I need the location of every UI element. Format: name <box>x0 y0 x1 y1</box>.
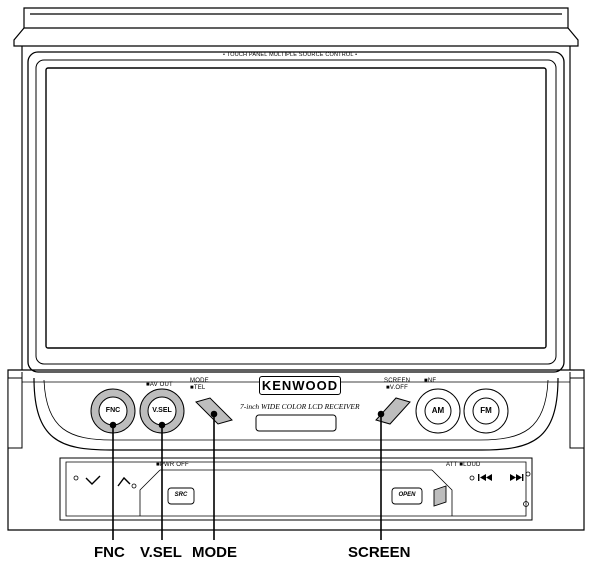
screen-small-label: SCREEN <box>384 378 411 384</box>
indicator-left-icon <box>73 475 79 481</box>
mode-small-label: MODE <box>190 378 209 384</box>
lcd-screen[interactable] <box>45 67 547 349</box>
att-key[interactable] <box>433 485 447 507</box>
fm-button-label: FM <box>480 406 492 415</box>
pwr-off-label: ■PWR OFF <box>156 462 189 468</box>
nf-label: ■NF <box>424 378 437 384</box>
prev-track-icon[interactable] <box>469 474 492 481</box>
next-track-icon[interactable] <box>510 471 531 481</box>
volume-up-icon[interactable] <box>117 476 131 487</box>
src-key-label: SRC <box>174 492 188 498</box>
model-description: 7-inch WIDE COLOR LCD RECEIVER <box>240 402 360 411</box>
att-loud-label: ATT ■LOUD <box>446 462 481 468</box>
v-off-label: ■V.OFF <box>386 385 408 391</box>
head-unit-drawing <box>7 7 585 540</box>
brand-logo: KENWOOD <box>259 376 341 395</box>
indicator-right-icon <box>131 483 137 489</box>
vsel-button-label: V.SEL <box>152 407 172 414</box>
fnc-button-label: FNC <box>105 407 121 414</box>
callout-fnc: FNC <box>94 544 125 561</box>
callout-screen: SCREEN <box>348 544 411 561</box>
tel-label: ■TEL <box>190 385 206 391</box>
volume-down-icon[interactable] <box>85 475 101 485</box>
am-button-label: AM <box>431 406 445 415</box>
callout-vsel: V.SEL <box>140 544 182 561</box>
top-caption: • TOUCH PANEL MULTIPLE SOURCE CONTROL • <box>223 52 358 58</box>
open-key-label: OPEN <box>398 492 416 498</box>
callout-mode: MODE <box>192 544 237 561</box>
av-out-label: ■AV OUT <box>146 382 173 388</box>
